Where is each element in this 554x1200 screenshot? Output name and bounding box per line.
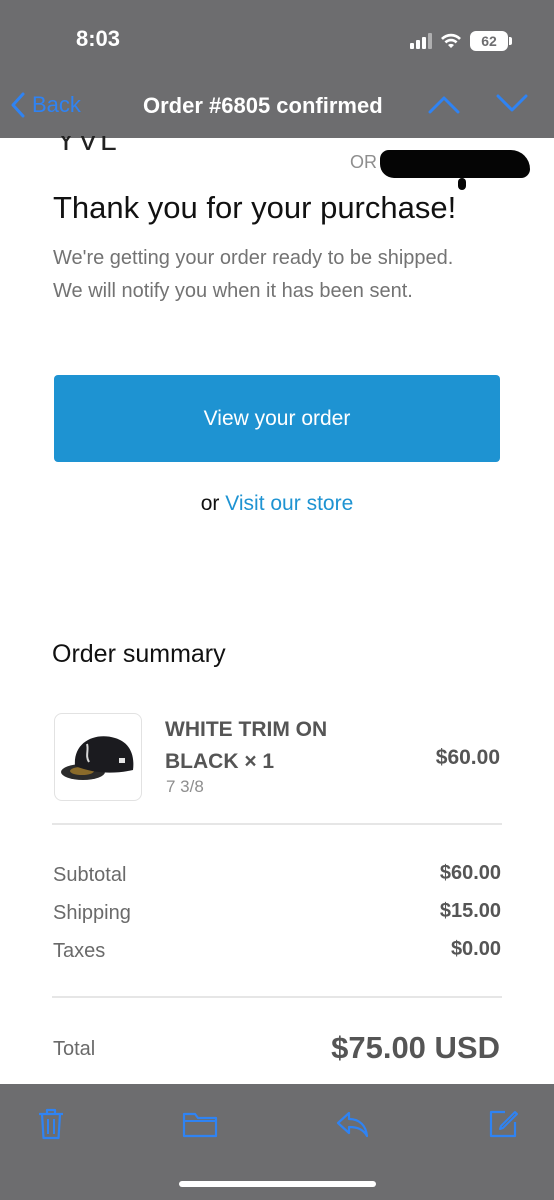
- total-value: $75.00 USD: [331, 1030, 500, 1065]
- page-title: Order #6805 confirmed: [143, 93, 383, 118]
- product-variant: 7 3/8: [166, 777, 204, 796]
- product-name-line-2: BLACK × 1: [165, 750, 275, 773]
- visit-store-link[interactable]: Visit our store: [225, 492, 353, 515]
- cap-icon: [61, 736, 134, 780]
- folder-icon: [182, 1112, 218, 1138]
- redaction-mark-tail: [458, 178, 466, 190]
- product-name: WHITE TRIM ON BLACK × 1: [165, 714, 395, 778]
- reply-icon: [336, 1111, 369, 1138]
- order-summary-heading: Order summary: [52, 640, 226, 668]
- store-prefix: or: [200, 492, 226, 515]
- top-bar: 8:03 62 Back Order #6805 confirmed: [0, 0, 554, 138]
- back-label: Back: [32, 92, 81, 117]
- status-time: 8:03: [76, 26, 121, 51]
- compose-button[interactable]: [485, 1106, 521, 1142]
- thank-you-heading: Thank you for your purchase!: [53, 190, 457, 225]
- cellular-signal-icon: [410, 33, 432, 49]
- total-label: Total: [53, 1038, 96, 1060]
- store-line: or Visit our store: [0, 492, 554, 516]
- reply-button[interactable]: [334, 1106, 370, 1142]
- shipping-label: Shipping: [53, 902, 131, 924]
- taxes-label: Taxes: [53, 940, 106, 962]
- trash-icon: [39, 1108, 63, 1140]
- chevron-left-icon: [11, 92, 25, 118]
- delete-button[interactable]: [33, 1106, 69, 1142]
- product-name-line-1: WHITE TRIM ON: [165, 718, 328, 741]
- product-image: [54, 713, 142, 801]
- redaction-mark: [380, 150, 530, 178]
- compose-icon: [489, 1110, 518, 1138]
- shipping-value: $15.00: [439, 900, 501, 922]
- subtotal-label: Subtotal: [53, 864, 127, 886]
- move-to-folder-button[interactable]: [182, 1106, 218, 1142]
- wifi-icon: [441, 33, 461, 48]
- product-price: $60.00: [435, 746, 500, 769]
- divider: [52, 996, 502, 998]
- taxes-value: $0.00: [450, 938, 501, 960]
- battery-icon: 62: [470, 31, 512, 51]
- chevron-up-icon[interactable]: [428, 94, 460, 114]
- view-order-button[interactable]: View your order: [54, 375, 500, 462]
- chevron-down-icon[interactable]: [496, 94, 528, 114]
- status-icons: 62: [410, 30, 512, 52]
- order-status-message: We're getting your order ready to be shi…: [53, 247, 454, 302]
- back-button[interactable]: Back: [10, 92, 81, 118]
- brand-logo-text: YVL: [56, 136, 119, 157]
- home-indicator: [179, 1181, 376, 1187]
- message-nav-arrows: [428, 94, 528, 114]
- subtotal-value: $60.00: [439, 862, 501, 884]
- divider: [52, 823, 502, 825]
- order-number-label: OR: [350, 152, 377, 172]
